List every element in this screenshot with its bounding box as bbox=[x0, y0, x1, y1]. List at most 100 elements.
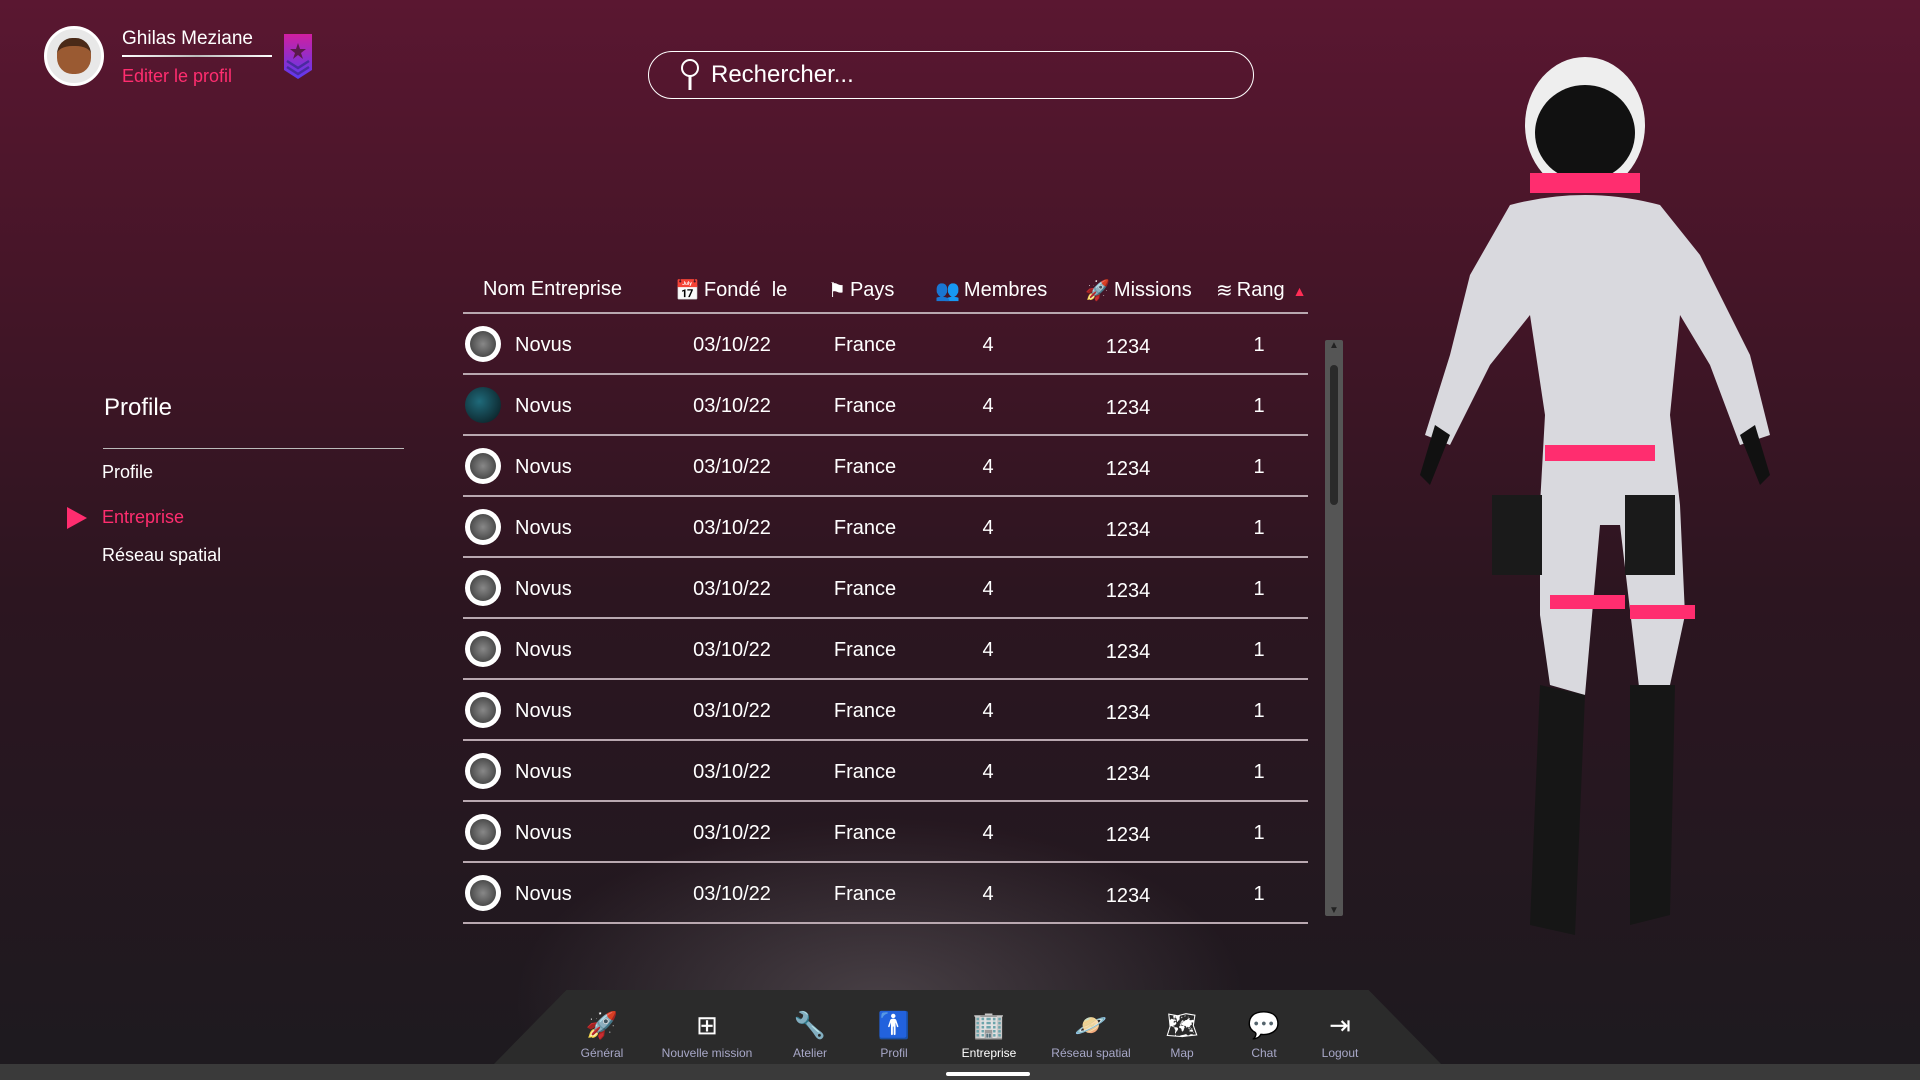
sidebar-item-entreprise[interactable]: Entreprise bbox=[102, 507, 184, 528]
nav-item-nouvelle-mission[interactable]: ⊞ Nouvelle mission bbox=[662, 1010, 753, 1060]
cell-name: Novus bbox=[515, 395, 572, 417]
plus-icon: ⊞ bbox=[696, 1010, 718, 1040]
cell-members: 4 bbox=[982, 395, 994, 417]
nav-item-chat[interactable]: 💬 Chat bbox=[1248, 1010, 1280, 1060]
rocket-icon: 🚀 bbox=[585, 1010, 619, 1040]
astronaut-image bbox=[1420, 57, 1770, 935]
cell-name: Novus bbox=[515, 700, 572, 722]
nav-item-entreprise[interactable]: 🏢 Entreprise bbox=[962, 1010, 1017, 1060]
edit-profile-link[interactable]: Editer le profil bbox=[122, 66, 232, 87]
header-name[interactable]: Nom Entreprise bbox=[483, 278, 622, 301]
cell-name: Novus bbox=[515, 822, 572, 844]
cell-country: France bbox=[833, 822, 897, 844]
cell-name: Novus bbox=[515, 639, 572, 661]
table-row[interactable]: Novus 03/10/22 France 4 1234 1 bbox=[463, 680, 1308, 741]
header-members[interactable]: 👥 Membres bbox=[935, 278, 1047, 303]
cell-missions: 1234 bbox=[1105, 519, 1151, 541]
cell-name: Novus bbox=[515, 761, 572, 783]
company-logo bbox=[465, 692, 501, 728]
cell-members: 4 bbox=[982, 700, 994, 722]
table-row[interactable]: Novus 03/10/22 France 4 1234 1 bbox=[463, 802, 1308, 863]
cell-members: 4 bbox=[982, 578, 994, 600]
cell-members: 4 bbox=[982, 761, 994, 783]
table-row[interactable]: Novus 03/10/22 France 4 1234 1 bbox=[463, 619, 1308, 680]
cell-founded: 03/10/22 bbox=[693, 517, 771, 539]
cell-country: France bbox=[833, 639, 897, 661]
cell-country: France bbox=[833, 761, 897, 783]
company-logo bbox=[465, 814, 501, 850]
table-header: Nom Entreprise 📅 Fondé le ⚑ Pays 👥 Membres … bbox=[463, 274, 1308, 314]
cell-founded: 03/10/22 bbox=[693, 822, 771, 844]
cell-rank: 1 bbox=[1253, 395, 1265, 417]
table-row[interactable]: Novus 03/10/22 France 4 1234 1 bbox=[463, 497, 1308, 558]
header-country[interactable]: ⚑ Pays bbox=[828, 278, 894, 303]
members-icon: 👥 bbox=[935, 280, 960, 302]
cell-rank: 1 bbox=[1253, 456, 1265, 478]
cell-founded: 03/10/22 bbox=[693, 334, 771, 356]
nav-item-r-seau-spatial[interactable]: 🪐 Réseau spatial bbox=[1051, 1010, 1130, 1060]
cell-founded: 03/10/22 bbox=[693, 395, 771, 417]
header-missions[interactable]: 🚀 Missions bbox=[1085, 278, 1192, 303]
cell-missions: 1234 bbox=[1105, 641, 1151, 663]
company-logo bbox=[465, 448, 501, 484]
chat-icon: 💬 bbox=[1247, 1010, 1281, 1040]
sidebar-item-reseau-spatial[interactable]: Réseau spatial bbox=[102, 545, 221, 566]
header-label: Pays bbox=[849, 279, 895, 301]
nav-item-atelier[interactable]: 🔧 Atelier bbox=[793, 1010, 827, 1060]
cell-missions: 1234 bbox=[1105, 763, 1151, 785]
header-rank[interactable]: ≋ Rang ▲ bbox=[1216, 278, 1306, 303]
nav-item-logout[interactable]: ⇥ Logout bbox=[1322, 1010, 1359, 1060]
table-row[interactable]: Novus 03/10/22 France 4 1234 1 bbox=[463, 375, 1308, 436]
company-logo bbox=[465, 875, 501, 911]
cell-missions: 1234 bbox=[1105, 397, 1151, 419]
cell-name: Novus bbox=[515, 334, 572, 356]
header-founded[interactable]: 📅 Fondé le bbox=[675, 278, 787, 303]
nav-label: Chat bbox=[1251, 1046, 1277, 1060]
company-logo bbox=[465, 631, 501, 667]
cell-rank: 1 bbox=[1253, 517, 1265, 539]
header-label: Rang bbox=[1236, 279, 1285, 301]
nav-item-g-n-ral[interactable]: 🚀 Général bbox=[581, 1010, 624, 1060]
nav-label: Logout bbox=[1321, 1046, 1359, 1060]
cell-rank: 1 bbox=[1253, 761, 1265, 783]
divider bbox=[122, 55, 272, 57]
cell-name: Novus bbox=[515, 578, 572, 600]
rank-icon: ≋ bbox=[1216, 280, 1233, 302]
active-indicator-icon bbox=[67, 507, 87, 529]
header-label: Membres bbox=[963, 279, 1048, 301]
nav-item-profil[interactable]: 🚹 Profil bbox=[878, 1010, 910, 1060]
rank-badge-icon bbox=[284, 34, 312, 79]
cell-country: France bbox=[833, 700, 897, 722]
cell-missions: 1234 bbox=[1105, 336, 1151, 358]
table-row[interactable]: Novus 03/10/22 France 4 1234 1 bbox=[463, 558, 1308, 619]
nav-label: Map bbox=[1170, 1046, 1194, 1060]
wrench-icon: 🔧 bbox=[793, 1010, 827, 1040]
cell-missions: 1234 bbox=[1105, 458, 1151, 480]
header-label: Missions bbox=[1113, 279, 1192, 301]
cell-country: France bbox=[833, 456, 897, 478]
nav-label: Réseau spatial bbox=[1051, 1046, 1131, 1060]
scrollbar-thumb[interactable] bbox=[1330, 365, 1338, 505]
table-row[interactable]: Novus 03/10/22 France 4 1234 1 bbox=[463, 436, 1308, 497]
company-logo bbox=[465, 387, 501, 423]
sidebar-title: Profile bbox=[104, 394, 173, 421]
header-label: Nom Entreprise bbox=[483, 278, 622, 300]
header-label: Fondé le bbox=[703, 279, 788, 301]
cell-members: 4 bbox=[982, 883, 994, 905]
table-row[interactable]: Novus 03/10/22 France 4 1234 1 bbox=[463, 863, 1308, 924]
search-icon bbox=[681, 59, 699, 90]
rocket-icon: 🚀 bbox=[1085, 280, 1110, 302]
active-tab-indicator bbox=[946, 1072, 1030, 1076]
user-name: Ghilas Meziane bbox=[122, 28, 253, 49]
sort-ascending-icon: ▲ bbox=[1292, 282, 1307, 299]
avatar[interactable] bbox=[44, 26, 104, 86]
nav-item-map[interactable]: 🗺 Map bbox=[1165, 1010, 1198, 1060]
planet-icon: 🪐 bbox=[1074, 1010, 1108, 1040]
table-row[interactable]: Novus 03/10/22 France 4 1234 1 bbox=[463, 741, 1308, 802]
cell-members: 4 bbox=[982, 639, 994, 661]
cell-rank: 1 bbox=[1253, 883, 1265, 905]
sidebar-item-profile[interactable]: Profile bbox=[102, 462, 153, 483]
search-input[interactable]: Rechercher... bbox=[648, 51, 1254, 99]
table-row[interactable]: Novus 03/10/22 France 4 1234 1 bbox=[463, 314, 1308, 375]
cell-founded: 03/10/22 bbox=[693, 456, 771, 478]
